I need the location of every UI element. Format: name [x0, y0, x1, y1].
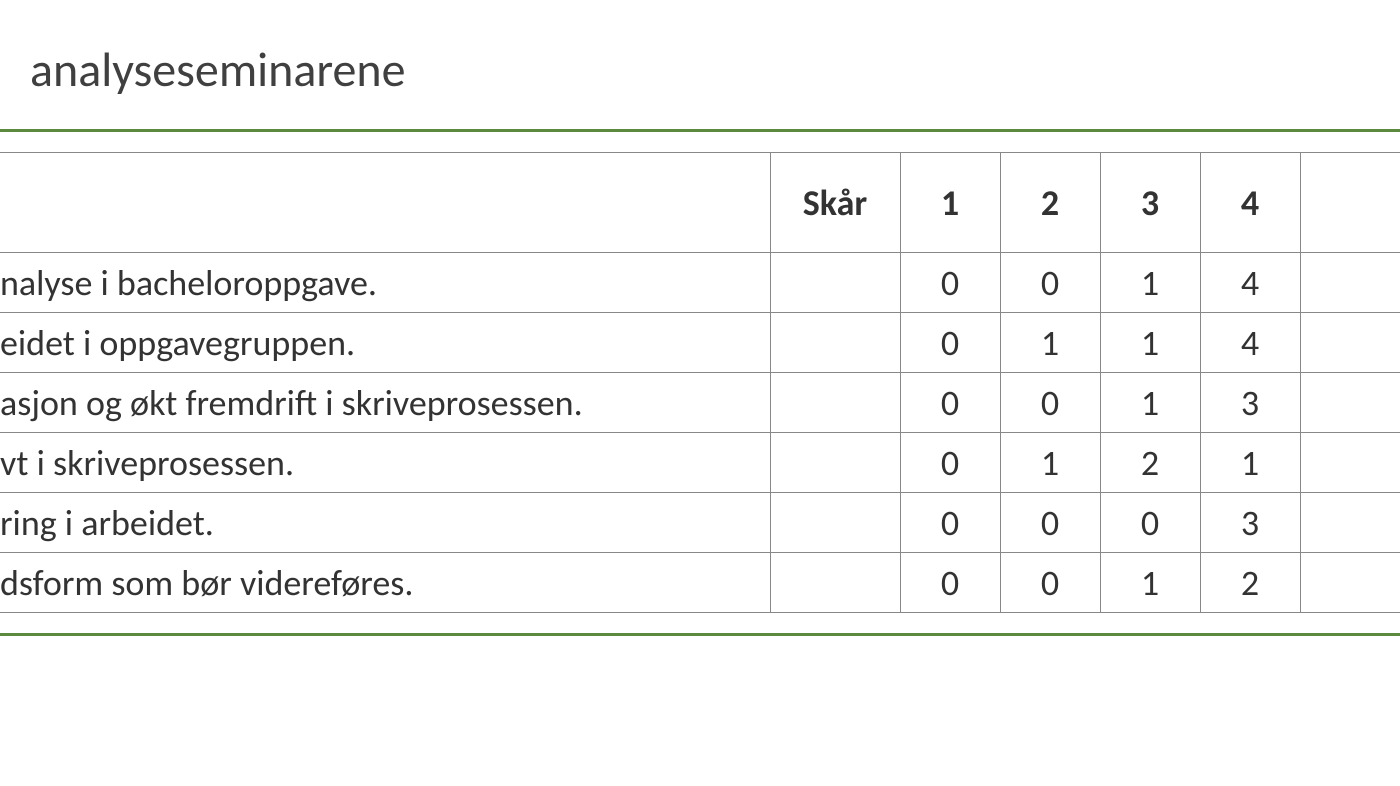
divider-top — [0, 129, 1400, 132]
row-skar — [770, 373, 900, 433]
row-val-4: 2 — [1200, 553, 1300, 613]
row-val-3: 2 — [1100, 433, 1200, 493]
row-val-2: 1 — [1000, 433, 1100, 493]
row-val-2: 0 — [1000, 373, 1100, 433]
row-val-2: 0 — [1000, 553, 1100, 613]
row-val-1: 0 — [900, 433, 1000, 493]
row-val-1: 0 — [900, 313, 1000, 373]
header-col-4: 4 — [1200, 153, 1300, 253]
page-title: analyseseminarene — [0, 40, 1400, 129]
table-row: dsform som bør videreføres. 0 0 1 2 — [0, 553, 1400, 613]
row-label: nalyse i bacheloroppgave. — [0, 253, 770, 313]
table-row: vt i skriveprosessen. 0 1 2 1 — [0, 433, 1400, 493]
row-val-5 — [1300, 253, 1400, 313]
divider-bottom — [0, 633, 1400, 636]
row-label: asjon og økt fremdrift i skriveprosessen… — [0, 373, 770, 433]
row-val-1: 0 — [900, 493, 1000, 553]
header-col-2: 2 — [1000, 153, 1100, 253]
row-val-4: 3 — [1200, 373, 1300, 433]
row-val-2: 0 — [1000, 493, 1100, 553]
row-val-1: 0 — [900, 373, 1000, 433]
row-val-5 — [1300, 433, 1400, 493]
header-col-3: 3 — [1100, 153, 1200, 253]
row-skar — [770, 313, 900, 373]
header-col-5 — [1300, 153, 1400, 253]
table-row: nalyse i bacheloroppgave. 0 0 1 4 — [0, 253, 1400, 313]
table-row: asjon og økt fremdrift i skriveprosessen… — [0, 373, 1400, 433]
row-val-3: 1 — [1100, 373, 1200, 433]
table-row: ring i arbeidet. 0 0 0 3 — [0, 493, 1400, 553]
row-val-4: 4 — [1200, 313, 1300, 373]
row-skar — [770, 253, 900, 313]
row-label: ring i arbeidet. — [0, 493, 770, 553]
row-label: vt i skriveprosessen. — [0, 433, 770, 493]
row-val-1: 0 — [900, 553, 1000, 613]
row-val-4: 1 — [1200, 433, 1300, 493]
evaluation-table: Skår 1 2 3 4 nalyse i bacheloroppgave. 0… — [0, 152, 1400, 613]
row-val-5 — [1300, 493, 1400, 553]
row-val-1: 0 — [900, 253, 1000, 313]
row-val-2: 0 — [1000, 253, 1100, 313]
row-val-5 — [1300, 313, 1400, 373]
header-col-1: 1 — [900, 153, 1000, 253]
row-val-2: 1 — [1000, 313, 1100, 373]
row-val-3: 1 — [1100, 313, 1200, 373]
row-val-5 — [1300, 553, 1400, 613]
row-val-5 — [1300, 373, 1400, 433]
header-skar: Skår — [770, 153, 900, 253]
row-val-3: 1 — [1100, 553, 1200, 613]
row-val-4: 3 — [1200, 493, 1300, 553]
row-skar — [770, 553, 900, 613]
row-skar — [770, 493, 900, 553]
row-skar — [770, 433, 900, 493]
page-container: analyseseminarene Skår 1 2 3 4 nalyse i … — [0, 0, 1400, 636]
row-label: eidet i oppgavegruppen. — [0, 313, 770, 373]
row-val-4: 4 — [1200, 253, 1300, 313]
header-label — [0, 153, 770, 253]
table-header-row: Skår 1 2 3 4 — [0, 153, 1400, 253]
row-label: dsform som bør videreføres. — [0, 553, 770, 613]
row-val-3: 1 — [1100, 253, 1200, 313]
row-val-3: 0 — [1100, 493, 1200, 553]
table-row: eidet i oppgavegruppen. 0 1 1 4 — [0, 313, 1400, 373]
